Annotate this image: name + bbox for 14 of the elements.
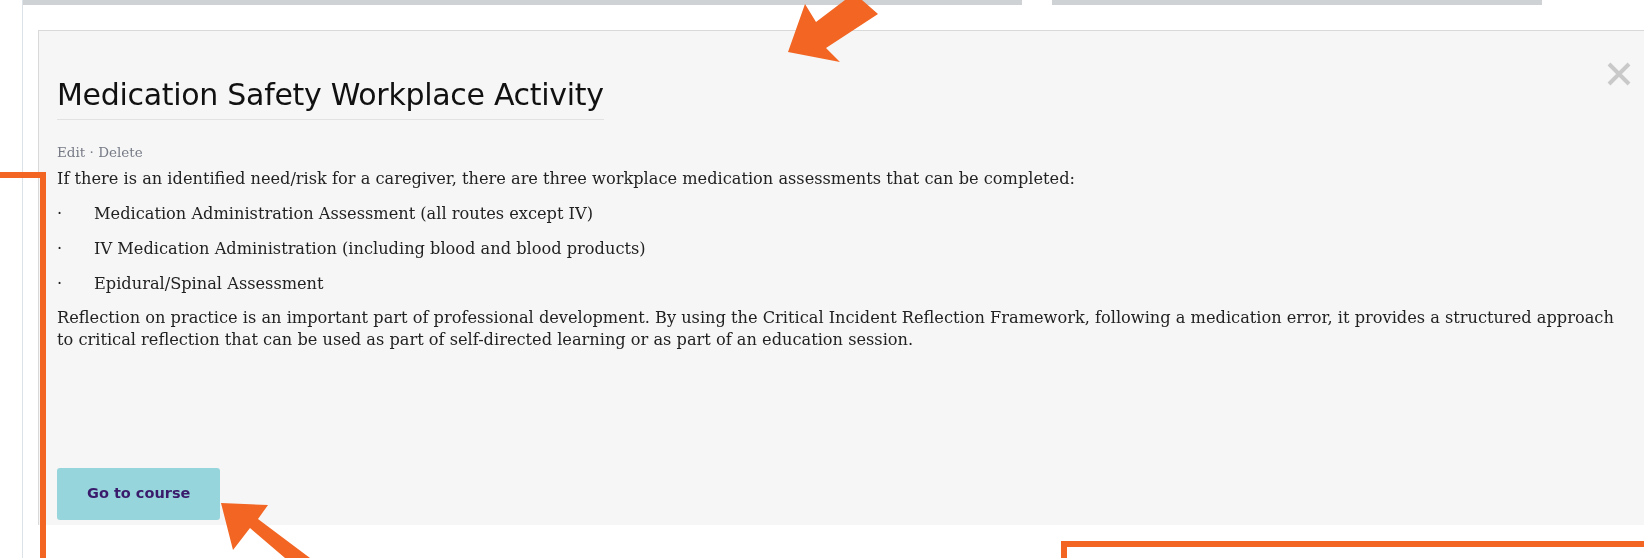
go-to-course-button[interactable]: Go to course [57,468,221,520]
close-icon[interactable] [1606,61,1632,87]
bullet-marker: · [57,238,64,261]
bullet-marker: · [57,273,64,296]
bullet-marker: · [57,203,64,226]
list-item-text: Medication Administration Assessment (all routes except IV) [94,203,593,226]
action-link[interactable]: Delete [98,144,143,160]
dialog-title: Medication Safety Workplace Activity [57,77,604,120]
body-paragraph: Reflection on practice is an important part of professional development. By using the Critical Incident Reflection Framework, following a medication error, it provides a structured approach to critical reflection that can be used as part of self-directed learning or as part of an education session. [57,307,1615,352]
intro-text: If there is an identified need/risk for a caregiver, there are three workplace medication assessments that can be completed: [57,168,1076,191]
list-item-text: Epidural/Spinal Assessment [94,273,324,296]
separator-dot: · [88,144,95,160]
action-link[interactable]: Edit [57,144,86,160]
list-item-text: IV Medication Administration (including blood and blood products) [94,238,646,261]
